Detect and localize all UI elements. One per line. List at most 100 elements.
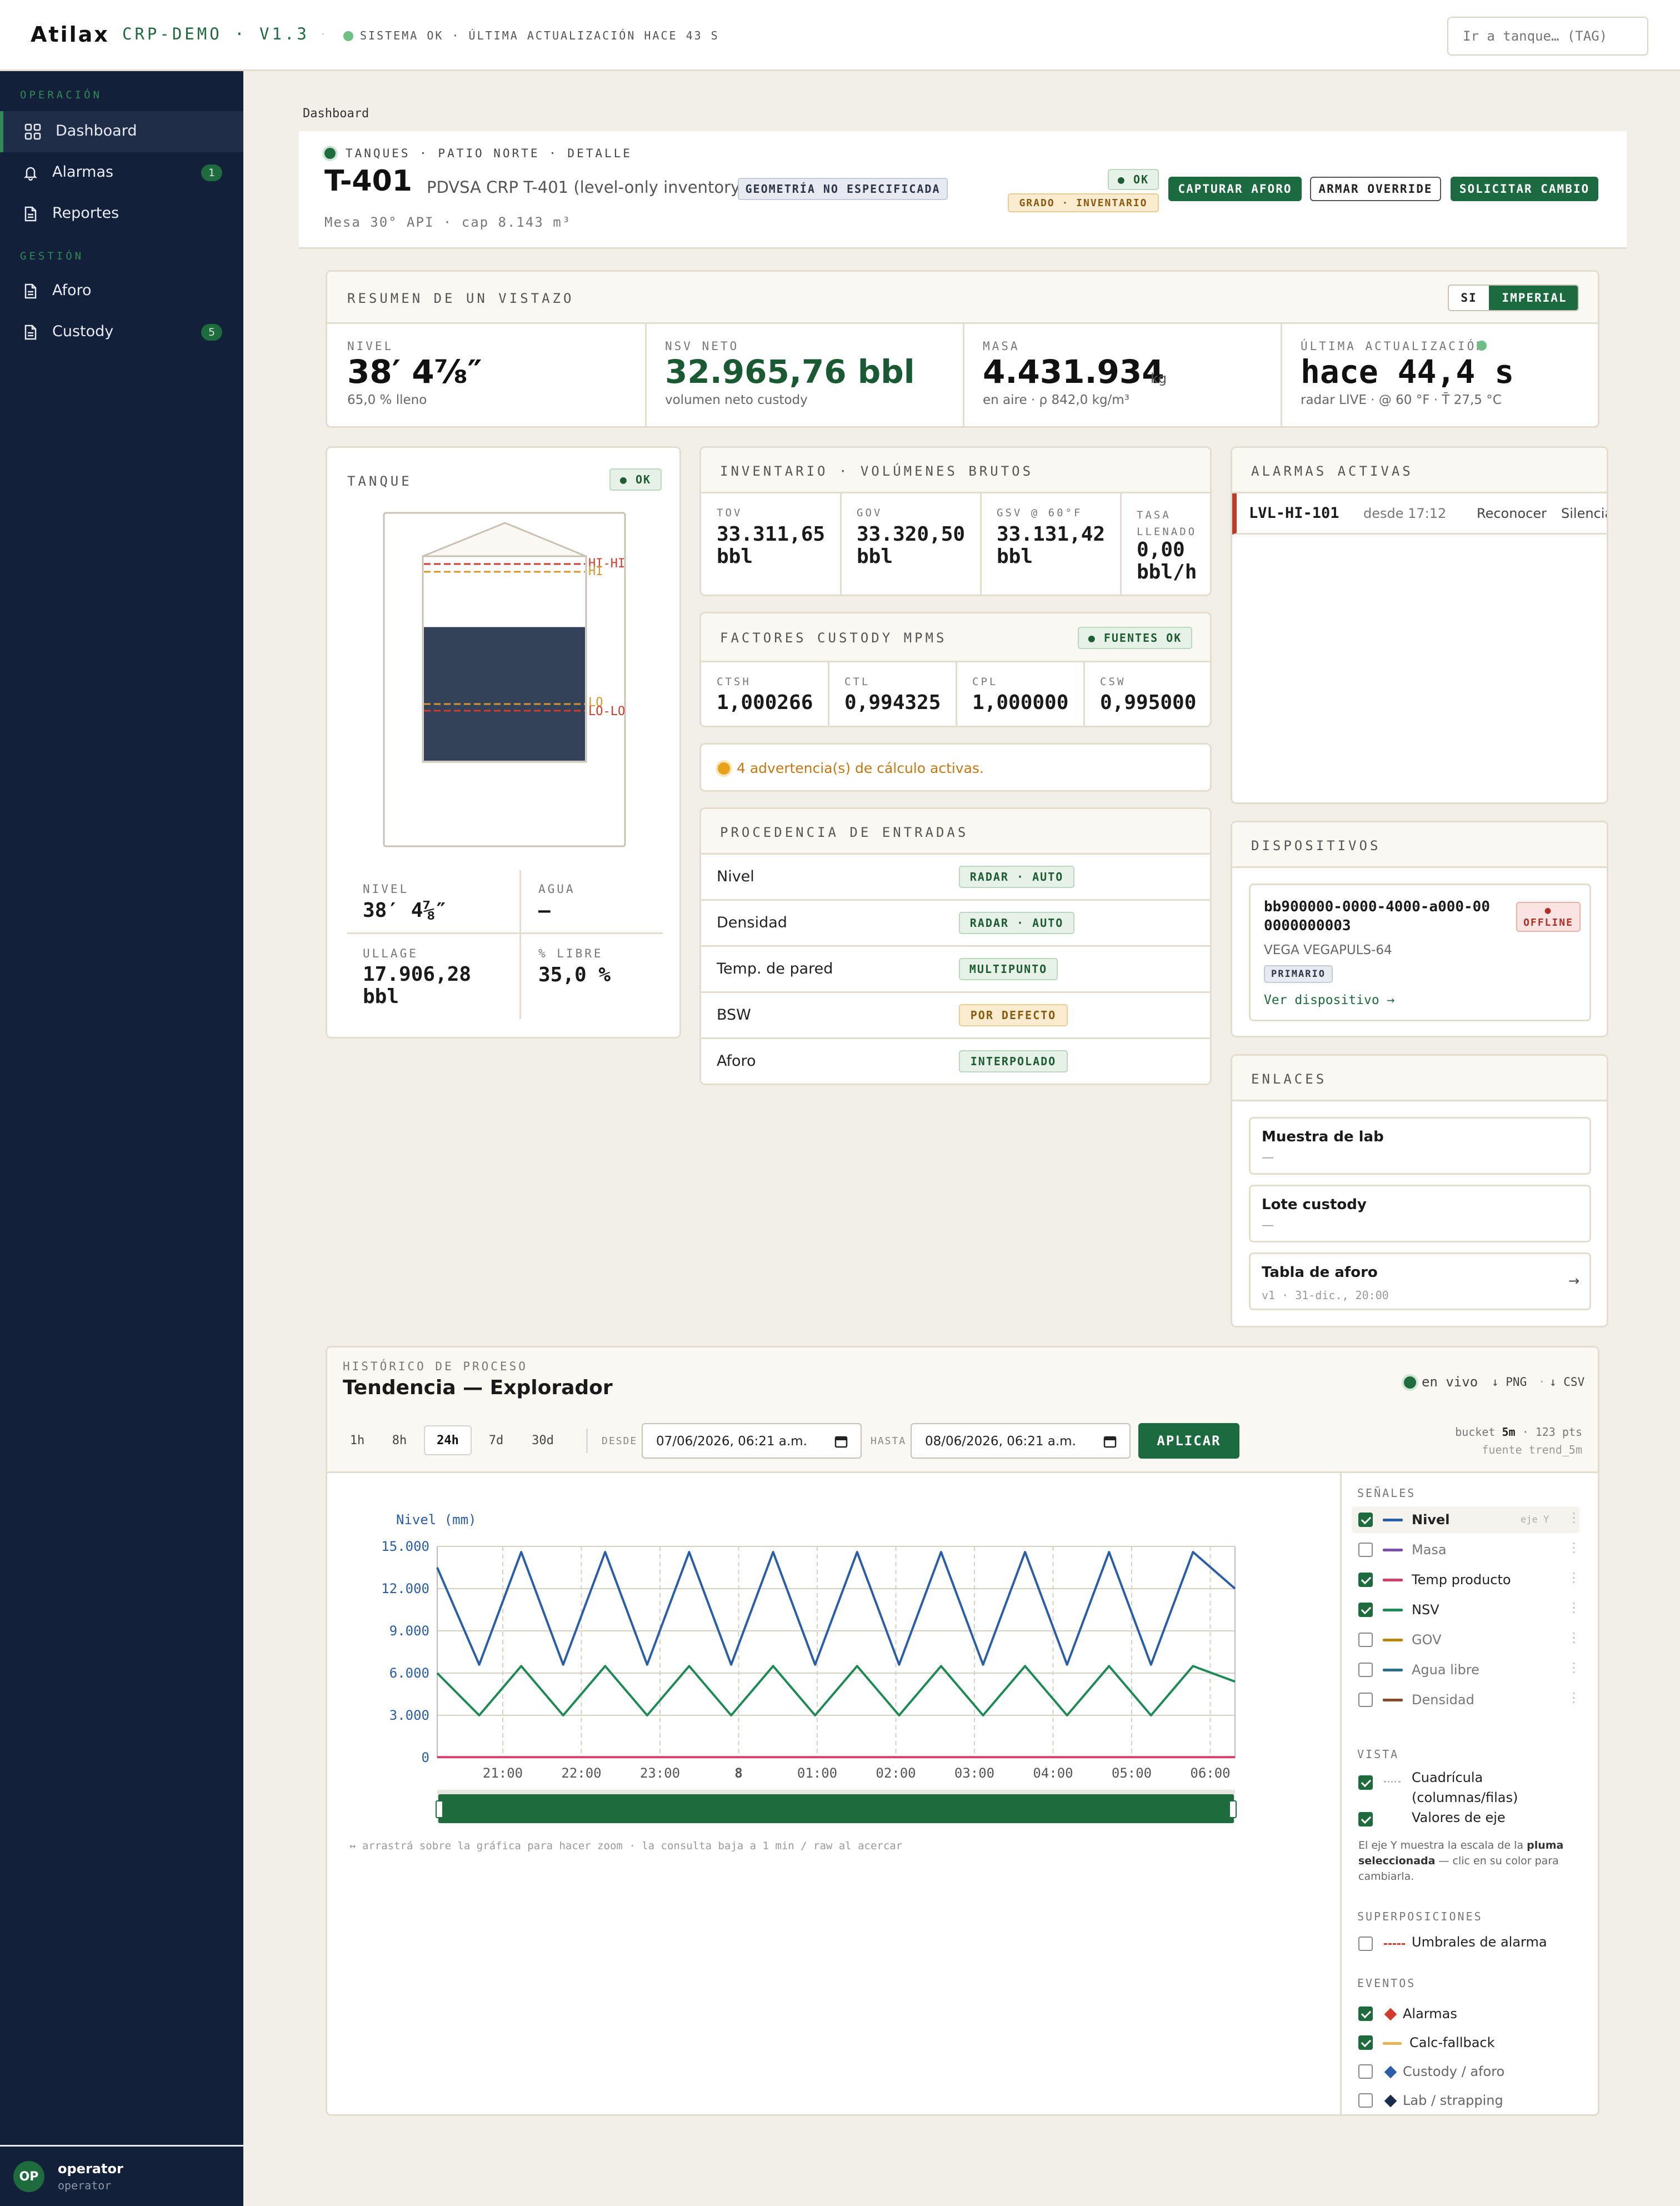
export-csv-button[interactable]: ↓ CSV: [1549, 1375, 1584, 1389]
unit-imperial-option[interactable]: IMPERIAL: [1489, 286, 1578, 310]
overlays-title: SUPERPOSICIONES: [1357, 1910, 1483, 1923]
signal-color-swatch[interactable]: [1383, 1609, 1403, 1611]
tank-path: TANQUES · PATIO NORTE · DETALLE: [346, 147, 632, 160]
signal-color-swatch[interactable]: [1383, 1699, 1403, 1701]
unit-si-option[interactable]: SI: [1449, 286, 1489, 310]
signal-row[interactable]: Temp producto ⋮: [1352, 1566, 1581, 1593]
signal-row[interactable]: Agua libre ⋮: [1352, 1656, 1581, 1683]
sidebar-item-alarmas[interactable]: Alarmas 1: [0, 152, 243, 193]
link-custody-lot[interactable]: Lote custody —: [1249, 1185, 1591, 1242]
acknowledge-button[interactable]: Reconocer: [1477, 506, 1547, 521]
range-30d[interactable]: 30d: [521, 1425, 565, 1455]
silence-button[interactable]: Silenciar: [1561, 506, 1607, 521]
history-header: HISTÓRICO DE PROCESO Tendencia — Explora…: [327, 1347, 1598, 1473]
to-datetime-input[interactable]: 08/06/2026, 06:21 a.m.: [911, 1423, 1131, 1459]
signal-color-swatch[interactable]: [1383, 1669, 1403, 1671]
event-checkbox[interactable]: [1358, 2064, 1373, 2079]
signal-menu-icon[interactable]: ⋮: [1567, 1570, 1581, 1585]
event-row[interactable]: Alarmas: [1352, 2001, 1579, 2027]
sidebar-item-aforo[interactable]: Aforo: [0, 271, 243, 312]
signal-menu-icon[interactable]: ⋮: [1567, 1540, 1581, 1555]
tank-status-badge: ● OK: [609, 468, 662, 491]
alarm-thresholds-label: Umbrales de alarma: [1412, 1934, 1547, 1950]
summary-title: RESUMEN DE UN VISTAZO: [347, 291, 574, 306]
axis-note-pre: El eje Y muestra la escala de la: [1358, 1839, 1527, 1851]
tank-search-input[interactable]: [1447, 17, 1648, 56]
calendar-icon: [1103, 1434, 1117, 1449]
signal-label: Temp producto: [1412, 1572, 1511, 1588]
inventory-header: INVENTARIO · VOLÚMENES BRUTOS: [701, 448, 1210, 493]
range-7d[interactable]: 7d: [478, 1425, 514, 1455]
event-row[interactable]: Calc-fallback: [1352, 2030, 1579, 2055]
signal-row[interactable]: Masa ⋮: [1352, 1536, 1581, 1563]
range-8h[interactable]: 8h: [382, 1425, 417, 1455]
event-row[interactable]: Custody / aforo: [1352, 2059, 1579, 2084]
unit-toggle[interactable]: SI IMPERIAL: [1448, 285, 1579, 311]
range-1h[interactable]: 1h: [339, 1425, 375, 1455]
from-datetime-input[interactable]: 07/06/2026, 06:21 a.m.: [642, 1423, 862, 1459]
user-panel[interactable]: OP operator operator: [0, 2145, 243, 2206]
signal-checkbox[interactable]: [1358, 1603, 1373, 1617]
sidebar-item-reportes[interactable]: Reportes: [0, 193, 243, 234]
capture-aforo-button[interactable]: CAPTURAR AFORO: [1168, 177, 1302, 201]
device-entry[interactable]: bb900000-0000-4000-a000-000000000003 ● O…: [1249, 884, 1591, 1021]
tank-liquid-fill: [424, 627, 585, 761]
link-lab-sample[interactable]: Muestra de lab —: [1249, 1117, 1591, 1175]
signal-color-swatch[interactable]: [1383, 1579, 1403, 1581]
topbar: Atilax CRP-DEMO · V1.3 · SISTEMA OK · ÚL…: [0, 0, 1680, 71]
signal-color-swatch[interactable]: [1383, 1549, 1403, 1551]
signal-checkbox[interactable]: [1358, 1693, 1373, 1707]
bell-icon: [22, 164, 39, 181]
signal-color-swatch[interactable]: [1383, 1639, 1403, 1641]
tank-stat-value: 38′ 4⅞″: [363, 899, 447, 922]
event-checkbox[interactable]: [1358, 2035, 1373, 2050]
brand-logo[interactable]: Atilax: [31, 22, 109, 47]
request-change-button[interactable]: SOLICITAR CAMBIO: [1451, 177, 1598, 201]
breadcrumb[interactable]: Dashboard: [303, 107, 369, 121]
event-row[interactable]: Lab / strapping: [1352, 2088, 1579, 2113]
nivel-value: 38′ 4⅞″: [347, 353, 482, 391]
live-dot-icon: [1404, 1376, 1416, 1389]
range-24h[interactable]: 24h: [424, 1425, 472, 1455]
link-strapping-table[interactable]: Tabla de aforo v1 · 31-dic., 20:00 →: [1249, 1252, 1591, 1310]
divider: [1281, 324, 1282, 426]
signal-row[interactable]: GOV ⋮: [1352, 1626, 1581, 1653]
event-checkbox[interactable]: [1358, 2007, 1373, 2021]
arm-override-button[interactable]: ARMAR OVERRIDE: [1310, 177, 1441, 201]
nivel-sub: 65,0 % lleno: [347, 393, 427, 407]
event-checkbox[interactable]: [1358, 2093, 1373, 2108]
axis-values-checkbox[interactable]: [1358, 1812, 1373, 1826]
nav-group-gestion: GESTIÓN: [20, 250, 84, 262]
export-png-button[interactable]: ↓ PNG: [1492, 1375, 1527, 1389]
diamond-marker-icon: [1384, 2094, 1397, 2108]
signal-row[interactable]: Densidad ⋮: [1352, 1686, 1581, 1713]
signal-color-swatch[interactable]: [1383, 1519, 1403, 1521]
calc-warning[interactable]: 4 advertencia(s) de cálculo activas.: [699, 743, 1212, 792]
signal-menu-icon[interactable]: ⋮: [1567, 1690, 1581, 1705]
signal-checkbox[interactable]: [1358, 1633, 1373, 1647]
signal-checkbox[interactable]: [1358, 1663, 1373, 1677]
signal-menu-icon[interactable]: ⋮: [1567, 1630, 1581, 1645]
alarm-thresholds-checkbox[interactable]: [1358, 1937, 1373, 1951]
signal-menu-icon[interactable]: ⋮: [1567, 1600, 1581, 1615]
signal-checkbox[interactable]: [1358, 1543, 1373, 1557]
alarm-row[interactable]: LVL-HI-101 desde 17:12 Reconocer Silenci…: [1232, 493, 1607, 535]
range-handle-left[interactable]: [436, 1800, 443, 1818]
grid-checkbox[interactable]: [1358, 1775, 1373, 1790]
signal-label: Agua libre: [1412, 1662, 1479, 1678]
signal-row[interactable]: Nivel eje Y ⋮: [1352, 1506, 1581, 1533]
sidebar-item-dashboard[interactable]: Dashboard: [0, 111, 243, 152]
sidebar-item-custody[interactable]: Custody 5: [0, 312, 243, 353]
apply-button[interactable]: APLICAR: [1138, 1423, 1239, 1459]
view-device-link[interactable]: Ver dispositivo →: [1264, 993, 1394, 1007]
trend-chart[interactable]: Nivel (mm) 15.000 12.000 9.000 6.000 3.000 0 21…: [327, 1473, 1338, 1873]
signal-checkbox[interactable]: [1358, 1573, 1373, 1587]
factor-value: 1,000000: [972, 691, 1069, 714]
masa-value: 4.431.934: [983, 353, 1164, 391]
signal-menu-icon[interactable]: ⋮: [1567, 1510, 1581, 1525]
signal-checkbox[interactable]: [1358, 1513, 1373, 1527]
devices-header: DISPOSITIVOS: [1232, 822, 1607, 868]
range-handle-right[interactable]: [1229, 1800, 1237, 1818]
signal-row[interactable]: NSV ⋮: [1352, 1596, 1581, 1623]
signal-menu-icon[interactable]: ⋮: [1567, 1660, 1581, 1675]
